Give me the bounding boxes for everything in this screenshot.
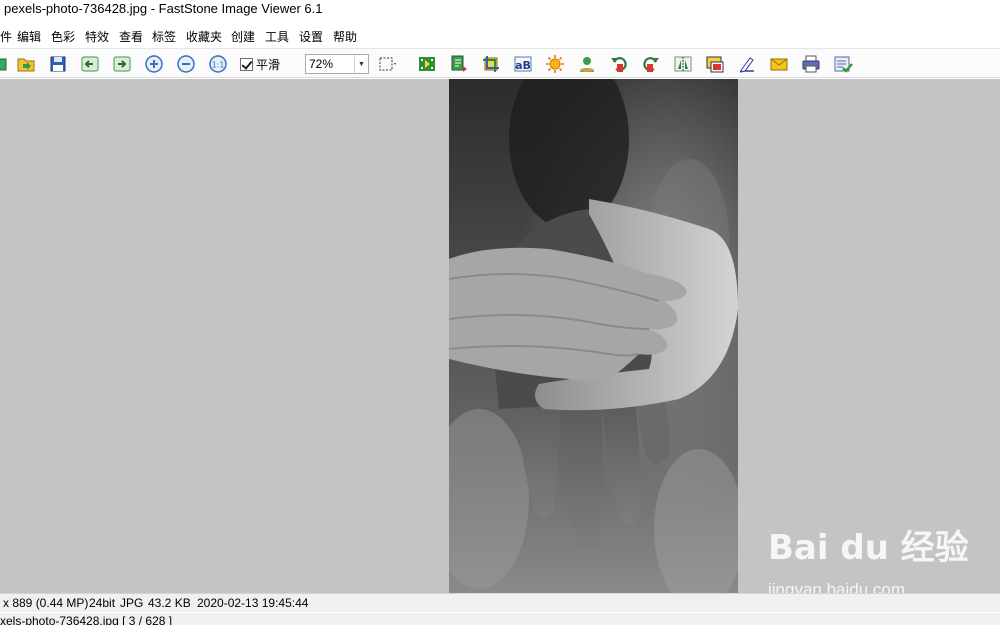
window-title: pexels-photo-736428.jpg - FastStone Imag…	[4, 1, 323, 16]
menu-help[interactable]: 帮助	[333, 28, 357, 45]
next-image-icon[interactable]	[111, 53, 133, 75]
open-folder-icon[interactable]	[0, 53, 10, 75]
status-format: JPG	[120, 596, 144, 610]
batch-convert-icon[interactable]	[448, 53, 470, 75]
chevron-down-icon[interactable]: ▼	[354, 55, 368, 73]
browse-icon[interactable]	[15, 53, 37, 75]
menu-bar: 件 编辑 色彩 特效 查看 标签 收藏夹 创建 工具 设置 帮助	[0, 24, 1000, 46]
svg-text:1:1: 1:1	[212, 61, 225, 70]
settings-check-icon[interactable]	[832, 53, 854, 75]
menu-tools[interactable]: 工具	[265, 28, 289, 45]
red-eye-icon[interactable]	[576, 53, 598, 75]
watermark-logo: Bai du 经验	[768, 528, 969, 568]
smooth-label: 平滑	[256, 58, 281, 72]
toolbar: 1:1 平滑 72% ▼ aB	[0, 48, 1000, 78]
menu-edit[interactable]: 编辑	[17, 28, 41, 45]
crop-icon[interactable]	[480, 53, 502, 75]
print-icon[interactable]	[800, 53, 822, 75]
status-file-info: xels-photo-736428.jpg [ 3 / 628 ]	[0, 614, 173, 625]
status-dimensions: x 889 (0.44 MP)	[3, 596, 89, 610]
zoom-select[interactable]: 72% ▼	[305, 54, 369, 74]
rotate-right-icon[interactable]	[640, 53, 662, 75]
screen-capture-icon[interactable]	[704, 53, 726, 75]
zoom-in-icon[interactable]	[143, 53, 165, 75]
menu-color[interactable]: 色彩	[51, 28, 75, 45]
zoom-out-icon[interactable]	[175, 53, 197, 75]
menu-settings[interactable]: 设置	[299, 28, 323, 45]
baidu-jingyan-watermark: Bai du 经验 jingyan.baidu.com	[762, 520, 969, 600]
draw-icon[interactable]	[736, 53, 758, 75]
select-region-icon[interactable]	[376, 53, 398, 75]
status-datetime: 2020-02-13 19:45:44	[197, 596, 309, 610]
menu-tags[interactable]: 标签	[152, 28, 176, 45]
status-bar: x 889 (0.44 MP) 24bit JPG 43.2 KB 2020-0…	[0, 593, 1000, 612]
svg-text:aB: aB	[515, 59, 531, 72]
email-icon[interactable]	[768, 53, 790, 75]
title-bar: pexels-photo-736428.jpg - FastStone Imag…	[0, 0, 1000, 22]
menu-view[interactable]: 查看	[119, 28, 143, 45]
zoom-value: 72%	[309, 57, 334, 71]
text-icon[interactable]: aB	[512, 53, 534, 75]
slideshow-icon[interactable]	[416, 53, 438, 75]
smooth-checkbox[interactable]: 平滑	[240, 56, 280, 73]
menu-file[interactable]: 件	[0, 28, 12, 45]
photo-stacked-hands	[449, 79, 738, 593]
flip-icon[interactable]	[672, 53, 694, 75]
actual-size-icon[interactable]: 1:1	[207, 53, 229, 75]
checkbox-checked-icon[interactable]	[240, 58, 253, 71]
photo-image	[449, 79, 738, 593]
menu-create[interactable]: 创建	[231, 28, 255, 45]
status-filesize: 43.2 KB	[148, 596, 191, 610]
previous-image-icon[interactable]	[79, 53, 101, 75]
status-bitdepth: 24bit	[89, 596, 116, 610]
rotate-left-icon[interactable]	[608, 53, 630, 75]
file-info-bar: xels-photo-736428.jpg [ 3 / 628 ]	[0, 613, 1000, 625]
image-viewer[interactable]	[0, 79, 1000, 593]
menu-favorites[interactable]: 收藏夹	[186, 28, 222, 45]
save-icon[interactable]	[47, 53, 69, 75]
adjust-lighting-icon[interactable]	[544, 53, 566, 75]
menu-effects[interactable]: 特效	[85, 28, 109, 45]
